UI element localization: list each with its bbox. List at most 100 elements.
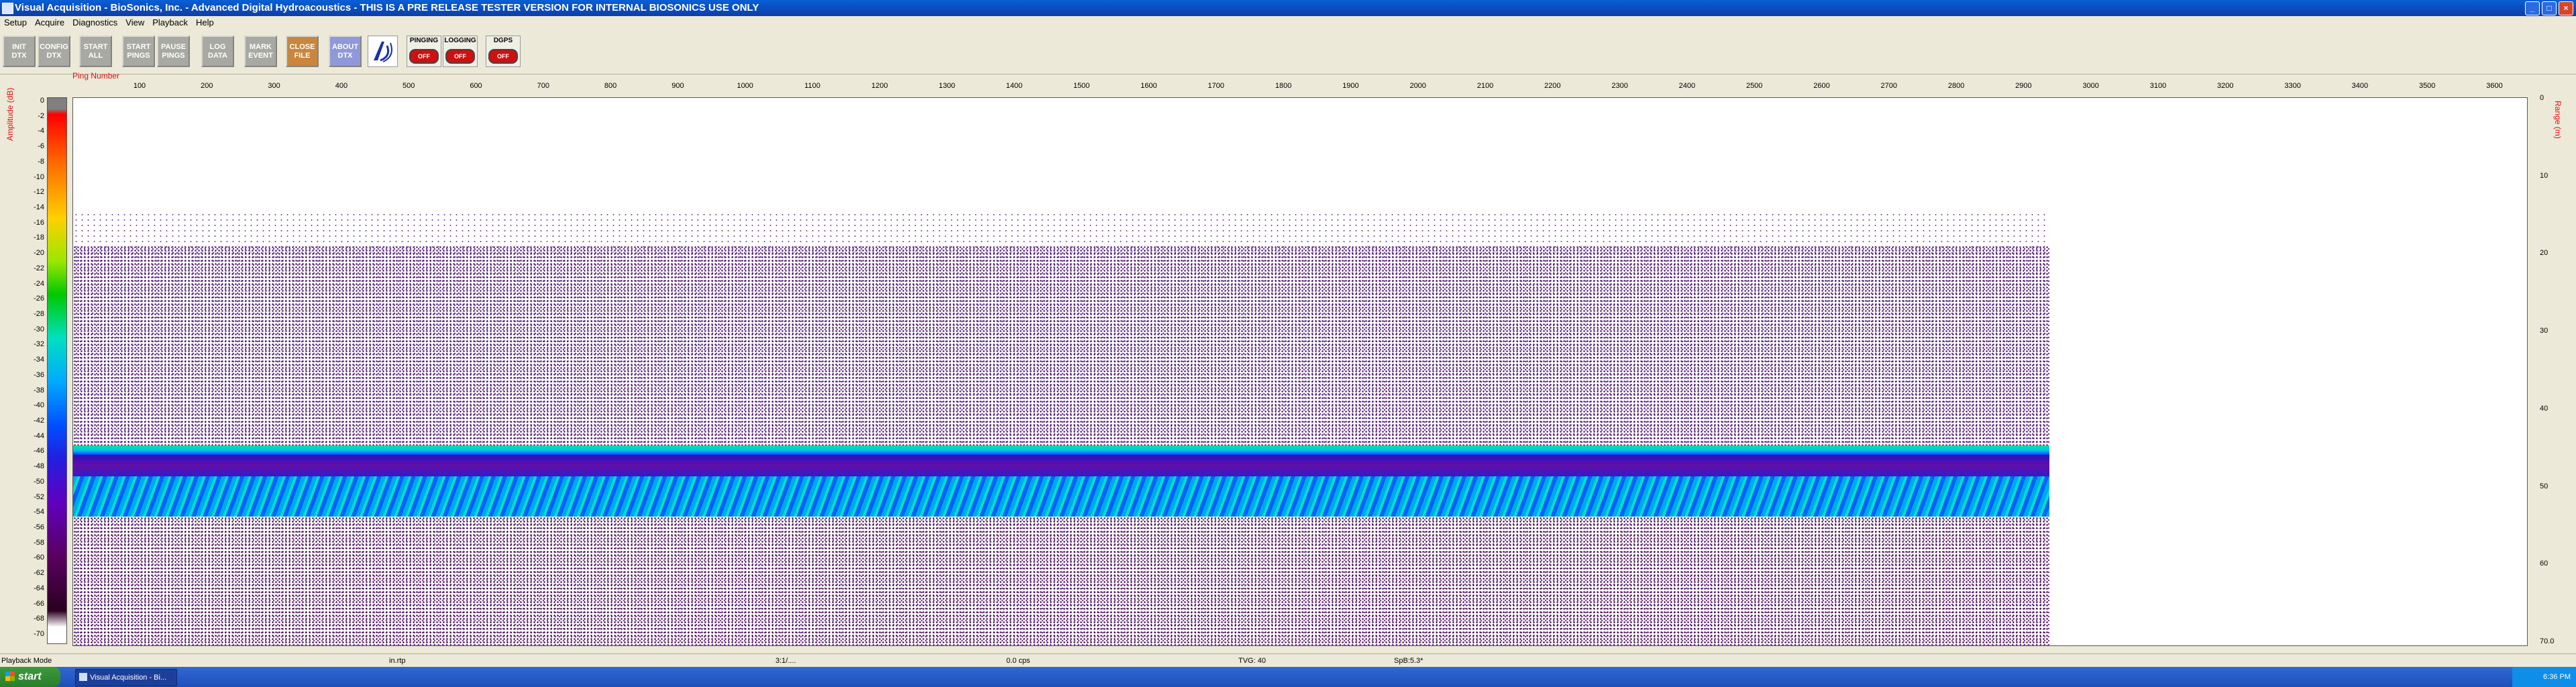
echogram-plot[interactable] bbox=[72, 97, 2528, 646]
ping-tick: 2500 bbox=[1746, 82, 1763, 90]
amp-tick: -24 bbox=[34, 279, 44, 288]
menu-playback[interactable]: Playback bbox=[148, 16, 192, 30]
amp-tick: -64 bbox=[34, 584, 44, 592]
app-icon bbox=[79, 673, 87, 681]
amp-tick: -54 bbox=[34, 508, 44, 517]
amp-tick: -68 bbox=[34, 615, 44, 623]
amp-tick: -50 bbox=[34, 477, 44, 486]
ping-tick: 1700 bbox=[1208, 82, 1225, 90]
amp-tick: -18 bbox=[34, 233, 44, 242]
amp-tick: -38 bbox=[34, 386, 44, 394]
toolbar: INIT DTX CONFIG DTX START ALL START PING… bbox=[0, 30, 2576, 74]
ping-tick: 3400 bbox=[2351, 82, 2369, 90]
ping-tick: 1000 bbox=[737, 82, 753, 90]
ping-axis: 100 200 300 400 500 600 700 800 900 1000 1100 1200 1… bbox=[72, 79, 2528, 98]
window-title: Visual Acquisition - BioSonics, Inc. - A… bbox=[15, 2, 759, 13]
init-dtx-button[interactable]: INIT DTX bbox=[3, 36, 36, 67]
ping-tick: 2100 bbox=[1477, 82, 1494, 90]
range-axis-label: Range (m) bbox=[2553, 101, 2563, 139]
status-rate: 0.0 cps bbox=[1006, 657, 1030, 665]
logging-status: LOGGING OFF bbox=[443, 36, 478, 67]
title-bar: Visual Acquisition - BioSonics, Inc. - A… bbox=[0, 0, 2576, 16]
start-label: start bbox=[18, 671, 42, 682]
config-dtx-button[interactable]: CONFIG DTX bbox=[38, 36, 70, 67]
close-file-button[interactable]: CLOSE FILE bbox=[286, 36, 319, 67]
amp-tick: -62 bbox=[34, 569, 44, 578]
about-dtx-button[interactable]: ABOUT DTX bbox=[329, 36, 362, 67]
range-tick: 40 bbox=[2540, 404, 2548, 413]
maximize-button[interactable]: □ bbox=[2542, 1, 2557, 15]
ping-tick: 3000 bbox=[2082, 82, 2099, 90]
start-button[interactable]: start bbox=[0, 667, 60, 687]
ping-tick: 3300 bbox=[2284, 82, 2301, 90]
system-tray: 6:36 PM bbox=[2512, 667, 2576, 687]
range-tick: 0 bbox=[2540, 94, 2544, 102]
status-file: in.rtp bbox=[389, 657, 406, 665]
dgps-label: DGPS bbox=[493, 37, 513, 44]
amp-tick: -14 bbox=[34, 203, 44, 211]
ping-tick: 3200 bbox=[2217, 82, 2234, 90]
amp-tick: 0 bbox=[40, 97, 44, 105]
ping-tick: 800 bbox=[604, 82, 617, 90]
log-data-button[interactable]: LOG DATA bbox=[201, 36, 234, 67]
close-window-button[interactable]: × bbox=[2559, 1, 2573, 15]
ping-tick: 2300 bbox=[1611, 82, 1628, 90]
pause-pings-button[interactable]: PAUSE PINGS bbox=[157, 36, 190, 67]
ping-tick: 2400 bbox=[1678, 82, 1696, 90]
amp-tick: -66 bbox=[34, 599, 44, 608]
bottom-echo-lower bbox=[73, 476, 2049, 517]
amp-tick: -56 bbox=[34, 523, 44, 531]
clock[interactable]: 6:36 PM bbox=[2543, 673, 2571, 681]
minimize-button[interactable]: _ bbox=[2525, 1, 2540, 15]
amp-tick: -20 bbox=[34, 249, 44, 258]
ping-tick: 300 bbox=[268, 82, 280, 90]
ping-tick: 2900 bbox=[2015, 82, 2032, 90]
range-tick: 10 bbox=[2540, 171, 2548, 180]
status-bar: Playback Mode in.rtp 3:1/.... 0.0 cps TV… bbox=[0, 653, 2576, 668]
amp-tick: -4 bbox=[38, 127, 44, 136]
sub-bottom-noise bbox=[73, 517, 2049, 645]
amp-tick: -32 bbox=[34, 340, 44, 349]
taskbar: start Visual Acquisition - Bi... 6:36 PM bbox=[0, 667, 2576, 687]
ping-tick: 200 bbox=[201, 82, 213, 90]
menu-bar: Setup Acquire Diagnostics View Playback Help bbox=[0, 16, 2576, 30]
start-all-button[interactable]: START ALL bbox=[79, 36, 112, 67]
mark-event-button[interactable]: MARK EVENT bbox=[244, 36, 277, 67]
range-tick: 30 bbox=[2540, 327, 2548, 335]
menu-setup[interactable]: Setup bbox=[0, 16, 31, 30]
menu-diagnostics[interactable]: Diagnostics bbox=[68, 16, 121, 30]
ping-tick: 400 bbox=[335, 82, 348, 90]
amp-tick: -26 bbox=[34, 295, 44, 303]
status-time: 3:1/.... bbox=[775, 657, 796, 665]
biosonics-logo-icon[interactable] bbox=[368, 36, 398, 67]
ping-tick: 1300 bbox=[938, 82, 955, 90]
taskbar-item-label: Visual Acquisition - Bi... bbox=[90, 674, 167, 682]
ping-tick: 1800 bbox=[1275, 82, 1292, 90]
amp-tick: -2 bbox=[38, 111, 44, 120]
amp-tick: -10 bbox=[34, 172, 44, 181]
range-tick: 50 bbox=[2540, 482, 2548, 490]
amp-tick: -42 bbox=[34, 417, 44, 425]
status-spb: SpB:5.3* bbox=[1394, 657, 1424, 665]
ping-tick: 2000 bbox=[1409, 82, 1426, 90]
window-controls: _ □ × bbox=[2525, 1, 2573, 15]
start-pings-button[interactable]: START PINGS bbox=[122, 36, 155, 67]
ping-tick: 2700 bbox=[1880, 82, 1898, 90]
menu-view[interactable]: View bbox=[121, 16, 148, 30]
dgps-status: DGPS OFF bbox=[486, 36, 521, 67]
amp-tick: -34 bbox=[34, 356, 44, 364]
menu-help[interactable]: Help bbox=[192, 16, 218, 30]
ping-tick: 700 bbox=[537, 82, 549, 90]
ping-tick: 900 bbox=[672, 82, 684, 90]
ping-tick: 2600 bbox=[1813, 82, 1830, 90]
amp-tick: -8 bbox=[38, 157, 44, 166]
taskbar-item-visual-acquisition[interactable]: Visual Acquisition - Bi... bbox=[75, 669, 177, 686]
amp-tick: -70 bbox=[34, 630, 44, 638]
amp-tick: -6 bbox=[38, 142, 44, 151]
ping-tick: 1900 bbox=[1342, 82, 1359, 90]
amp-tick: -44 bbox=[34, 431, 44, 440]
amp-tick: -60 bbox=[34, 553, 44, 562]
status-mode: Playback Mode bbox=[1, 657, 52, 665]
menu-acquire[interactable]: Acquire bbox=[31, 16, 68, 30]
status-tvg: TVG: 40 bbox=[1238, 657, 1266, 665]
